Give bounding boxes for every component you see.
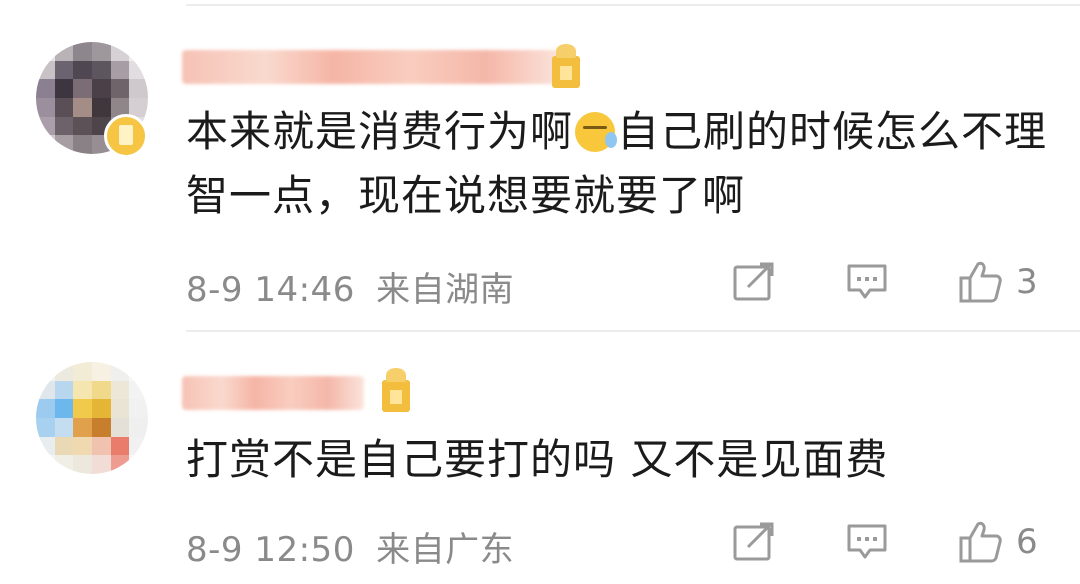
repost-button[interactable] [732,262,774,302]
comment-text-part-1: 本来就是消费行为啊 [186,107,574,156]
comment-meta: 8-9 12:50 来自广东 [186,522,514,571]
like-count: 3 [1016,262,1038,302]
comment-time: 8-9 12:50 [186,530,355,570]
username-blurred[interactable] [182,50,562,84]
comment-icon [847,264,887,299]
repost-icon [733,522,774,561]
member-crown-icon [382,368,410,412]
comment-icon [847,524,887,559]
comment-location: 来自湖南 [376,270,515,310]
like-count: 6 [1016,522,1038,562]
comment-time: 8-9 14:46 [186,270,355,310]
vip-badge-icon [104,114,148,158]
repost-icon [733,262,774,301]
like-button[interactable]: 3 [958,260,1038,304]
comment-button[interactable] [846,262,888,302]
like-button[interactable]: 6 [958,520,1038,564]
thumbs-up-icon [959,261,1002,303]
sweat-emoji-icon [575,112,618,152]
top-divider [186,4,1080,6]
comment-button[interactable] [846,522,888,562]
repost-button[interactable] [732,522,774,562]
comment-meta: 8-9 14:46 来自湖南 [186,262,514,311]
member-crown-icon [552,44,580,88]
comment-location: 来自广东 [376,530,515,570]
avatar[interactable] [36,362,148,474]
username-blurred[interactable] [182,376,364,410]
thumbs-up-icon [959,521,1002,563]
comment-text: 本来就是消费行为啊 自己刷的时候怎么不理智一点，现在说想要就要了啊 [186,100,1056,228]
comment-text: 打赏不是自己要打的吗 又不是见面费 [186,428,1056,492]
comment-divider [186,330,1080,332]
comment-text-content: 打赏不是自己要打的吗 又不是见面费 [186,435,889,484]
